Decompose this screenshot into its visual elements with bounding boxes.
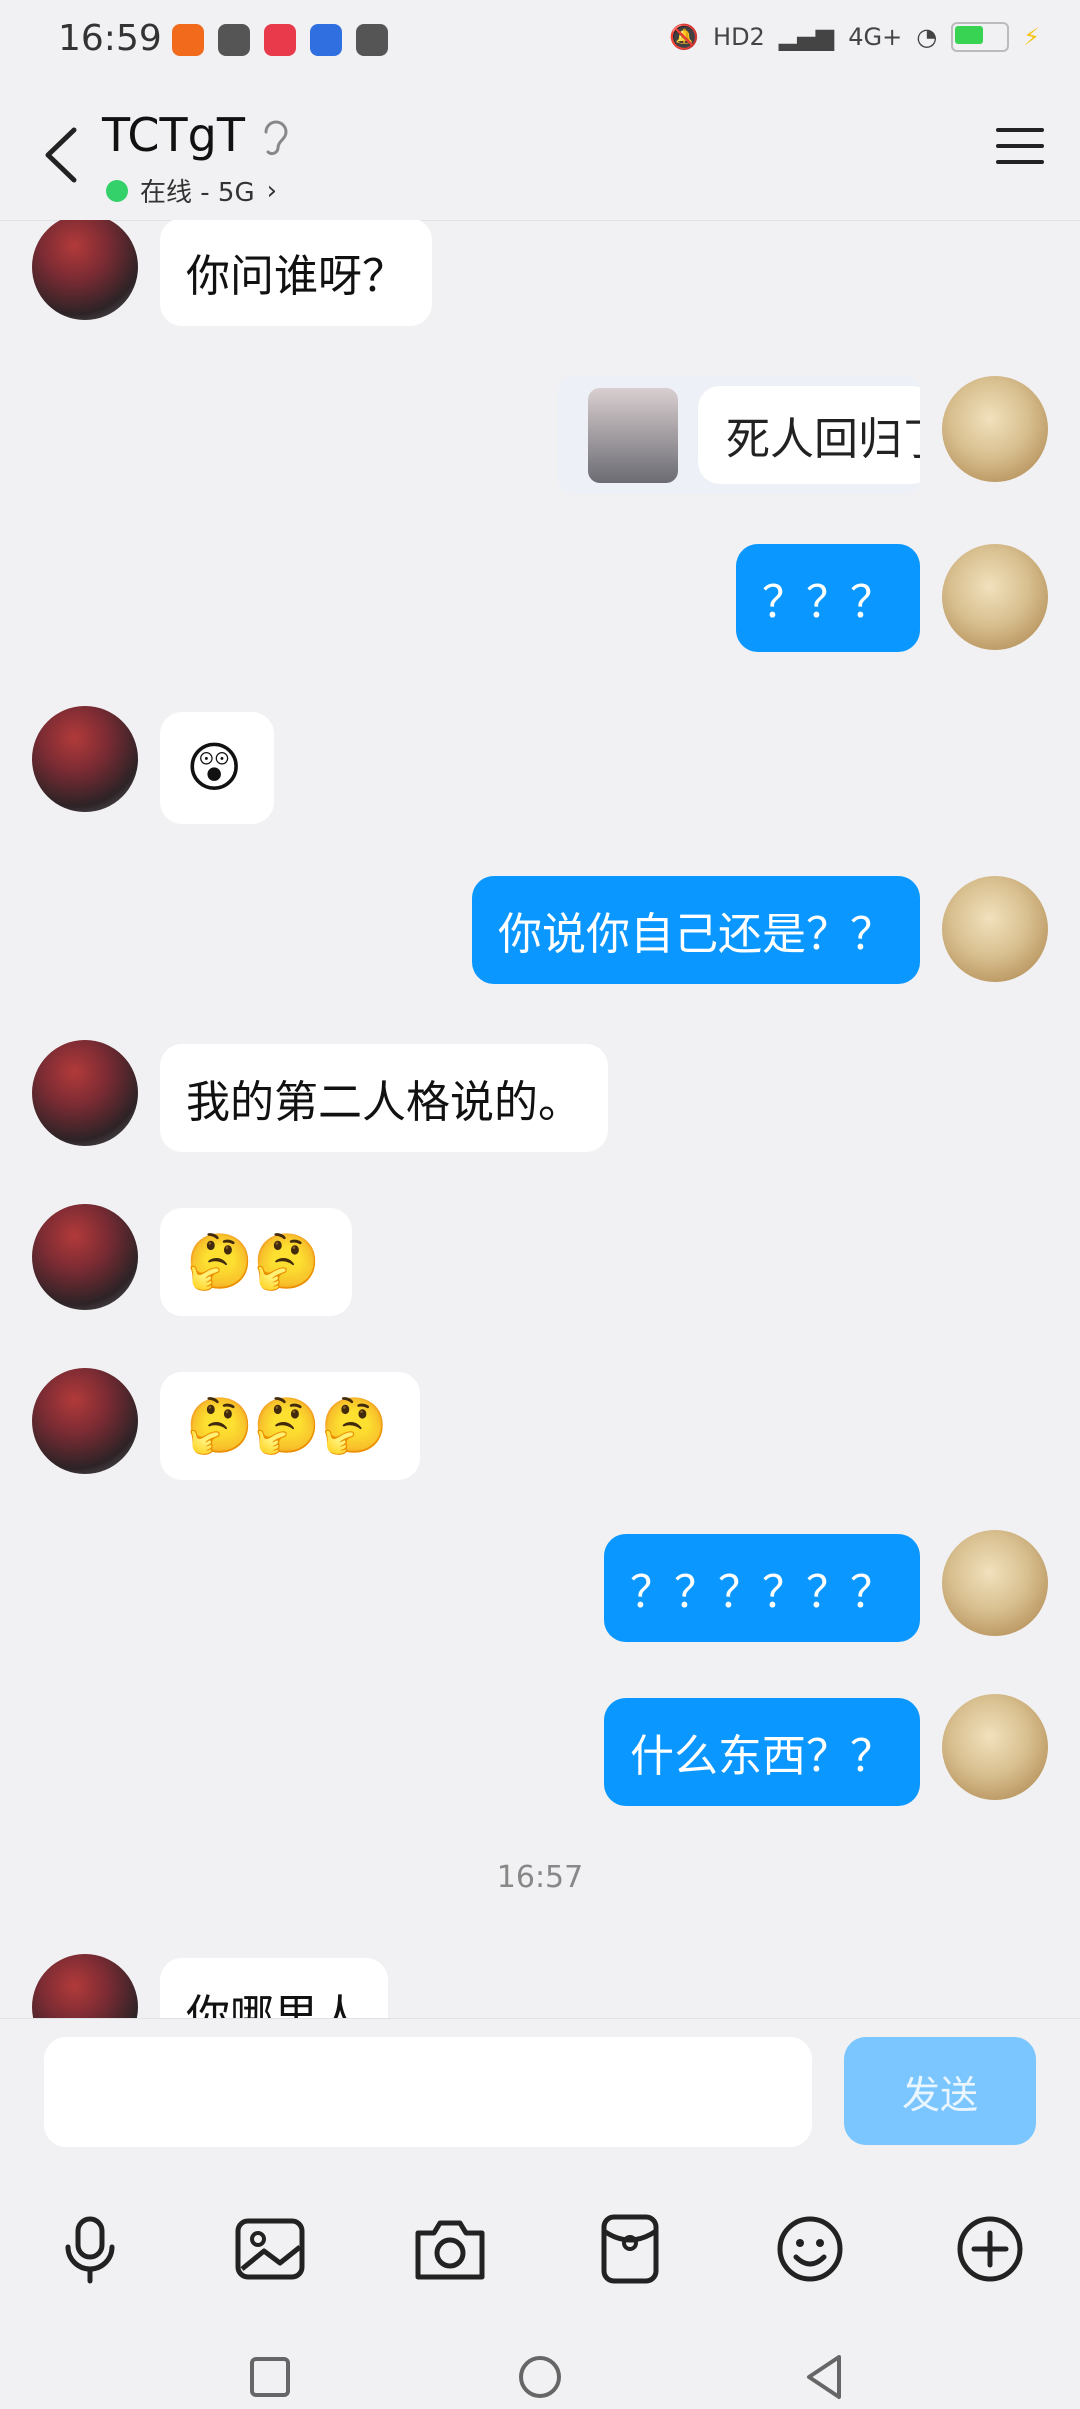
sticker-caption: 死人回归了	[698, 386, 920, 484]
emoji-bubble[interactable]: 🤔🤔🤔	[160, 1372, 420, 1480]
contact-avatar[interactable]	[32, 220, 138, 320]
send-button[interactable]: 发送	[844, 2037, 1036, 2145]
contact-avatar[interactable]	[32, 1040, 138, 1146]
input-toolbar	[0, 2209, 1080, 2299]
my-avatar[interactable]	[942, 1694, 1048, 1800]
microphone-icon[interactable]	[50, 2209, 130, 2289]
battery-icon	[951, 22, 1010, 52]
chat-header: TCTgT 在线 - 5G ›	[0, 80, 1080, 221]
baidu-app-icon	[310, 24, 342, 56]
system-nav-bar	[0, 2339, 1080, 2409]
time-separator: 16:57	[496, 1860, 584, 1895]
link-app-icon	[218, 24, 250, 56]
signal-icon: ▂▄▆	[778, 23, 835, 51]
recent-apps-icon[interactable]	[240, 2347, 300, 2407]
online-status[interactable]: 在线 - 5G ›	[106, 172, 277, 209]
contact-avatar[interactable]	[32, 1204, 138, 1310]
back-arrow-icon[interactable]	[36, 120, 86, 190]
my-avatar[interactable]	[942, 1530, 1048, 1636]
network-label: 4G+	[848, 23, 903, 51]
contact-avatar[interactable]	[32, 1368, 138, 1474]
message-bubble[interactable]: 你问谁呀？	[160, 220, 432, 326]
card-app-icon	[356, 24, 388, 56]
status-bar: 16:59 🔕 HD2 ▂▄▆ 4G+ ◔ ⚡	[0, 0, 1080, 80]
image-icon[interactable]	[230, 2209, 310, 2289]
status-time: 16:59	[58, 18, 162, 59]
chevron-right-icon: ›	[266, 175, 278, 206]
nav-back-icon[interactable]	[795, 2347, 855, 2407]
message-bubble[interactable]: ？？？？？？	[604, 1534, 920, 1642]
message-bubble[interactable]: ？？？	[736, 544, 920, 652]
emoji-bubble[interactable]: 🤔🤔	[160, 1208, 353, 1316]
my-avatar[interactable]	[942, 376, 1048, 482]
wifi-icon: ◔	[916, 23, 938, 51]
online-dot-icon	[106, 179, 128, 202]
emoji-icon[interactable]	[770, 2209, 850, 2289]
red-app-icon	[264, 24, 296, 56]
message-list[interactable]: 你问谁呀？ 死人回归了 ？？？ 😲 你说你自己还是？？ 我的第二人格说的。 🤔🤔	[0, 220, 1080, 2020]
contact-avatar[interactable]	[32, 706, 138, 812]
system-icons: 🔕 HD2 ▂▄▆ 4G+ ◔ ⚡	[669, 22, 1040, 52]
online-status-text: 在线 - 5G	[140, 178, 255, 208]
orange-app-icon	[172, 24, 204, 56]
message-bubble[interactable]: 你哪里人	[160, 1958, 388, 2020]
thinking-emoji-icon: 🤔🤔	[186, 1230, 321, 1293]
input-area: 发送	[0, 2018, 1080, 2409]
mute-bell-icon: 🔕	[669, 23, 700, 51]
thinking-emoji-icon: 🤔🤔🤔	[186, 1394, 388, 1457]
sticker-image	[588, 388, 678, 483]
charging-icon: ⚡	[1023, 23, 1040, 51]
message-bubble[interactable]: 什么东西？？	[604, 1698, 920, 1806]
astonished-emoji-icon: 😲	[186, 736, 243, 799]
contact-name[interactable]: TCTgT	[102, 108, 245, 162]
message-bubble[interactable]: 我的第二人格说的。	[160, 1044, 608, 1152]
contact-avatar[interactable]	[32, 1954, 138, 2020]
ear-mode-icon[interactable]	[258, 116, 292, 160]
camera-icon[interactable]	[410, 2209, 490, 2289]
message-bubble[interactable]: 你说你自己还是？？	[472, 876, 920, 984]
emoji-bubble[interactable]: 😲	[160, 712, 275, 824]
notification-icons	[172, 24, 388, 56]
hd-label: HD2	[713, 23, 765, 51]
home-icon[interactable]	[510, 2347, 570, 2407]
my-avatar[interactable]	[942, 544, 1048, 650]
plus-icon[interactable]	[950, 2209, 1030, 2289]
message-input[interactable]	[44, 2037, 812, 2147]
red-packet-icon[interactable]	[590, 2209, 670, 2289]
menu-icon[interactable]	[994, 124, 1046, 168]
my-avatar[interactable]	[942, 876, 1048, 982]
sticker-message[interactable]: 死人回归了	[558, 376, 920, 494]
